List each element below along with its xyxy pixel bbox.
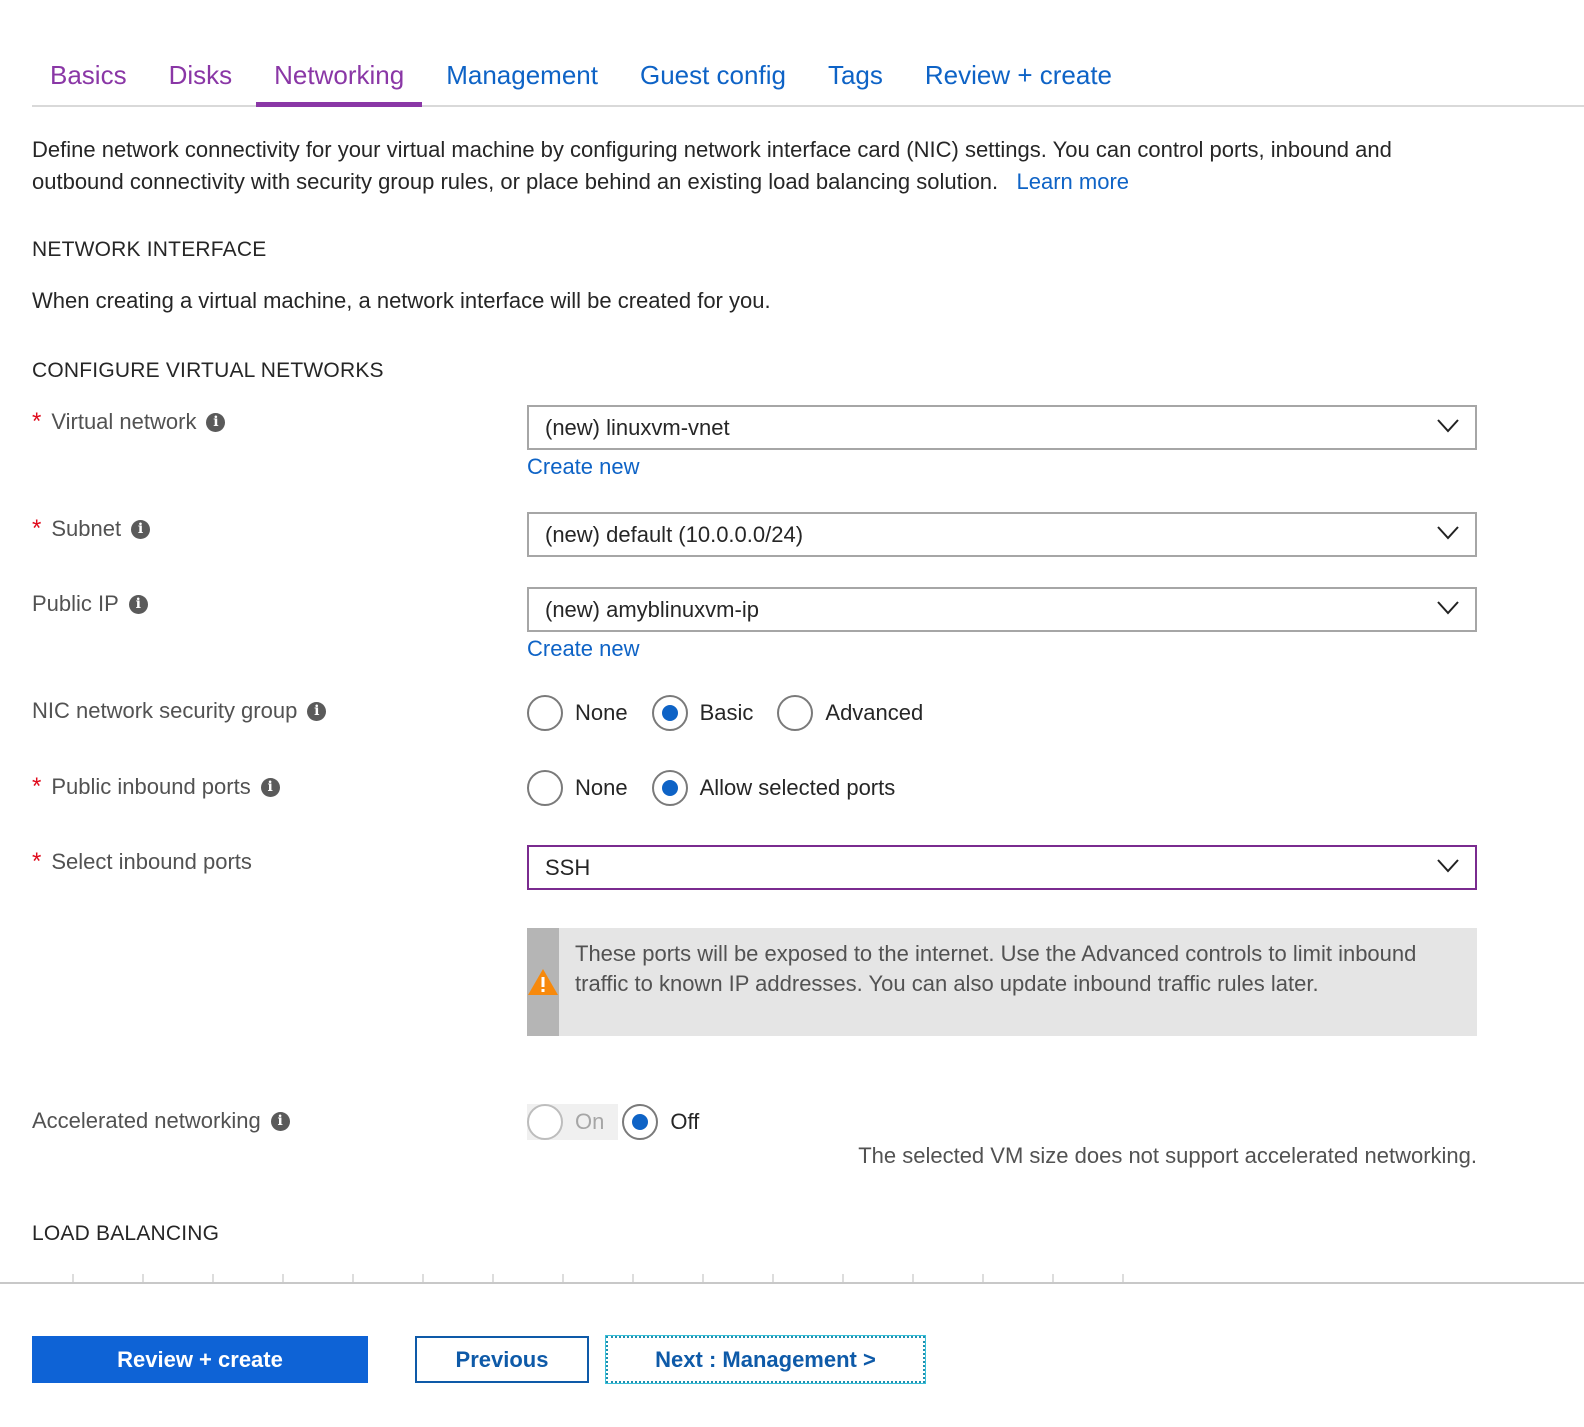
- nsg-label: NIC network security group i: [32, 698, 327, 724]
- public-ip-create-new-link[interactable]: Create new: [527, 636, 640, 662]
- public-ip-label-text: Public IP: [32, 591, 119, 616]
- select-inbound-ports-label-text: Select inbound ports: [51, 849, 252, 874]
- required-asterisk: *: [32, 773, 42, 800]
- radio-circle: [651, 695, 688, 731]
- virtual-network-value: (new) linuxvm-vnet: [545, 414, 730, 440]
- virtual-network-label-text: Virtual network: [51, 409, 197, 434]
- inbound-radio-allow-selected[interactable]: Allow selected ports: [651, 770, 896, 806]
- radio-label: None: [575, 700, 628, 725]
- inbound-radio-none[interactable]: None: [527, 770, 628, 806]
- select-inbound-ports-value: SSH: [545, 854, 591, 880]
- accelerated-radio-on: On: [527, 1104, 619, 1140]
- chevron-down-icon: [1437, 601, 1459, 615]
- subnet-label: * Subnet i: [32, 515, 151, 543]
- tab-networking[interactable]: Networking: [256, 50, 423, 107]
- radio-label: None: [575, 775, 628, 800]
- clipped-text-fragment: [32, 1274, 1132, 1282]
- radio-label: On: [575, 1109, 605, 1134]
- nsg-radio-basic[interactable]: Basic: [651, 695, 754, 731]
- info-icon[interactable]: i: [128, 594, 148, 614]
- radio-label: Off: [670, 1109, 700, 1134]
- network-interface-heading: NETWORK INTERFACE: [32, 238, 267, 261]
- next-management-button[interactable]: Next : Management >: [605, 1335, 926, 1384]
- warning-icon: [528, 969, 558, 995]
- wizard-footer: Review + create Previous Next : Manageme…: [0, 1282, 1584, 1427]
- radio-circle: [622, 1104, 659, 1140]
- subnet-label-text: Subnet: [51, 516, 122, 541]
- required-asterisk: *: [32, 848, 42, 875]
- info-icon[interactable]: i: [206, 412, 226, 432]
- virtual-network-label: * Virtual network i: [32, 408, 226, 436]
- radio-label: Advanced: [825, 700, 924, 725]
- warning-bar: [527, 928, 559, 1036]
- load-balancing-heading: LOAD BALANCING: [32, 1222, 220, 1245]
- nsg-radio-group: None Basic Advanced: [527, 695, 947, 731]
- radio-circle: [527, 1104, 563, 1140]
- public-inbound-ports-label-text: Public inbound ports: [51, 774, 251, 799]
- intro-description: Define network connectivity for your vir…: [32, 134, 1482, 198]
- tab-management[interactable]: Management: [446, 50, 598, 105]
- required-asterisk: *: [32, 408, 42, 435]
- public-ip-dropdown[interactable]: (new) amyblinuxvm-ip: [527, 587, 1477, 632]
- previous-button[interactable]: Previous: [415, 1336, 589, 1383]
- configure-virtual-networks-heading: CONFIGURE VIRTUAL NETWORKS: [32, 359, 384, 382]
- radio-circle: [777, 695, 814, 731]
- chevron-down-icon: [1437, 859, 1459, 873]
- subnet-value: (new) default (10.0.0.0/24): [545, 521, 804, 547]
- inbound-radio-group: None Allow selected ports: [527, 770, 919, 806]
- network-interface-description: When creating a virtual machine, a netwo…: [32, 288, 771, 313]
- chevron-down-icon: [1437, 419, 1459, 433]
- accelerated-radio-group: On Off: [527, 1104, 723, 1140]
- nsg-radio-advanced[interactable]: Advanced: [777, 695, 923, 731]
- accelerated-networking-note: The selected VM size does not support ac…: [858, 1143, 1477, 1168]
- accelerated-networking-label: Accelerated networking i: [32, 1108, 290, 1134]
- learn-more-link[interactable]: Learn more: [1017, 169, 1130, 194]
- warning-text: These ports will be exposed to the inter…: [575, 941, 1417, 996]
- info-icon[interactable]: i: [270, 1111, 290, 1131]
- warning-banner: These ports will be exposed to the inter…: [527, 928, 1477, 1036]
- select-inbound-ports-dropdown[interactable]: SSH: [527, 845, 1477, 890]
- tab-review-create[interactable]: Review + create: [925, 50, 1112, 105]
- tab-guest-config[interactable]: Guest config: [640, 50, 786, 105]
- radio-circle: [651, 770, 688, 806]
- virtual-network-create-new-link[interactable]: Create new: [527, 454, 640, 480]
- wizard-tabs: Basics Disks Networking Management Guest…: [32, 50, 1584, 107]
- info-icon[interactable]: i: [260, 777, 280, 797]
- info-icon[interactable]: i: [131, 519, 151, 539]
- subnet-dropdown[interactable]: (new) default (10.0.0.0/24): [527, 512, 1477, 557]
- tab-tags[interactable]: Tags: [828, 50, 883, 105]
- radio-circle: [527, 770, 563, 806]
- accelerated-networking-label-text: Accelerated networking: [32, 1108, 261, 1133]
- radio-circle: [527, 695, 563, 731]
- virtual-network-dropdown[interactable]: (new) linuxvm-vnet: [527, 405, 1477, 450]
- tab-basics[interactable]: Basics: [50, 50, 127, 105]
- radio-label: Allow selected ports: [699, 775, 896, 800]
- nsg-radio-none[interactable]: None: [527, 695, 628, 731]
- accelerated-radio-off[interactable]: Off: [622, 1104, 699, 1140]
- public-inbound-ports-label: * Public inbound ports i: [32, 773, 280, 801]
- public-ip-value: (new) amyblinuxvm-ip: [545, 596, 759, 622]
- chevron-down-icon: [1437, 526, 1459, 540]
- select-inbound-ports-label: * Select inbound ports: [32, 848, 252, 876]
- radio-label: Basic: [699, 700, 754, 725]
- nsg-label-text: NIC network security group: [32, 698, 298, 723]
- clipped-text-line: [32, 1262, 1132, 1282]
- review-create-button[interactable]: Review + create: [32, 1336, 368, 1383]
- intro-text: Define network connectivity for your vir…: [32, 137, 1392, 194]
- public-ip-label: Public IP i: [32, 591, 148, 617]
- tab-disks[interactable]: Disks: [169, 50, 233, 105]
- info-icon[interactable]: i: [307, 701, 327, 721]
- required-asterisk: *: [32, 515, 42, 542]
